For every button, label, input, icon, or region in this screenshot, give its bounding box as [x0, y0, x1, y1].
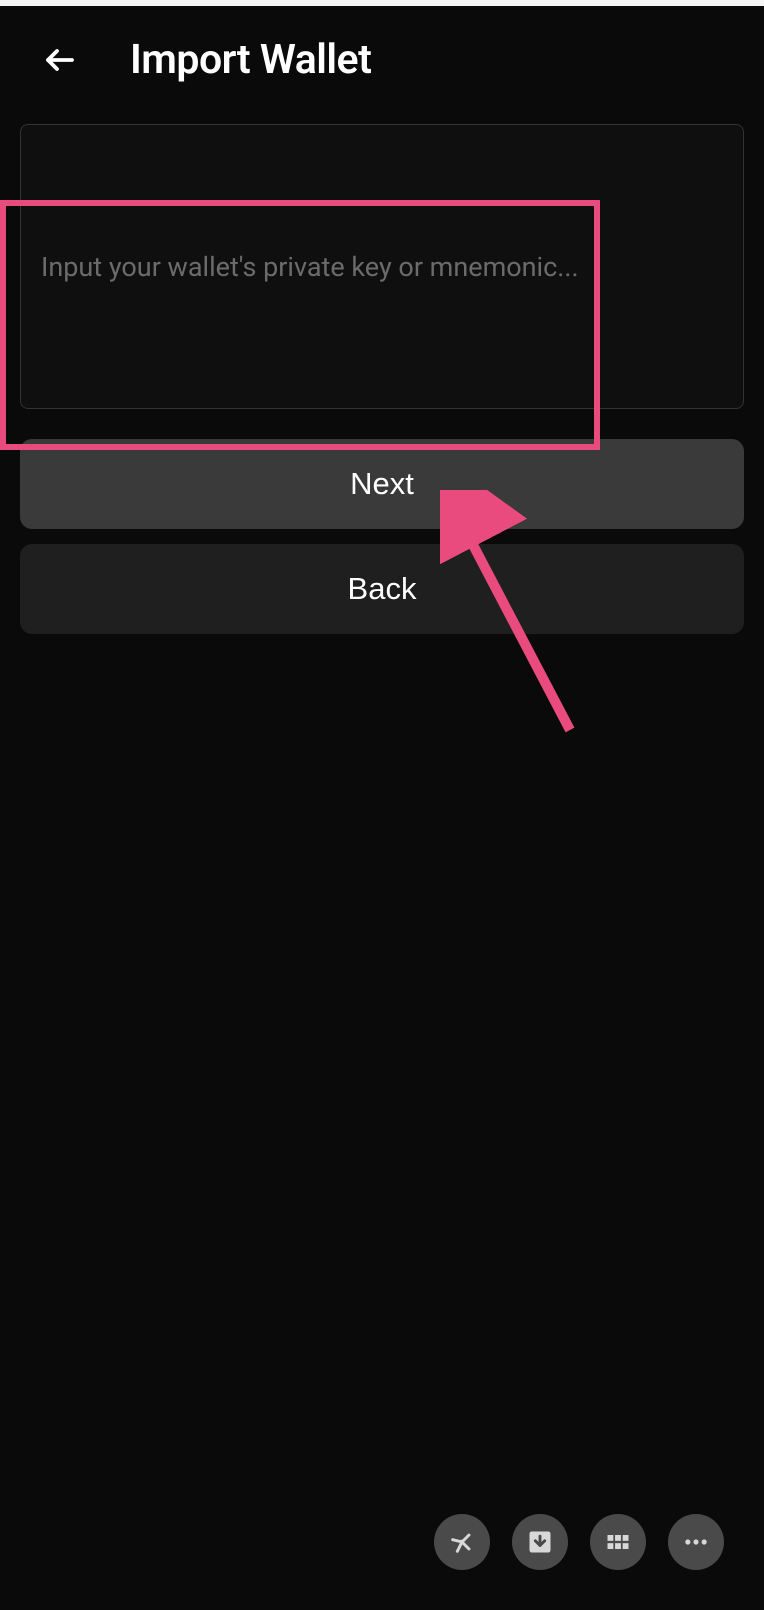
nav-grid-button[interactable] [590, 1514, 646, 1570]
nav-download-button[interactable] [512, 1514, 568, 1570]
grid-icon [604, 1528, 632, 1556]
next-button-label: Next [350, 466, 414, 502]
content-area: Input your wallet's private key or mnemo… [0, 104, 764, 634]
back-button-secondary[interactable]: Back [20, 544, 744, 634]
input-placeholder: Input your wallet's private key or mnemo… [41, 251, 579, 283]
private-key-input[interactable]: Input your wallet's private key or mnemo… [20, 124, 744, 409]
bottom-nav [434, 1514, 724, 1570]
back-button[interactable] [40, 40, 80, 80]
scatter-icon [448, 1528, 476, 1556]
nav-more-button[interactable] [668, 1514, 724, 1570]
header: Import Wallet [0, 6, 764, 104]
back-arrow-icon [42, 42, 78, 78]
nav-scatter-button[interactable] [434, 1514, 490, 1570]
next-button[interactable]: Next [20, 439, 744, 529]
page-title: Import Wallet [130, 36, 371, 84]
download-icon [526, 1528, 554, 1556]
more-icon [682, 1528, 710, 1556]
back-button-label: Back [348, 571, 417, 607]
